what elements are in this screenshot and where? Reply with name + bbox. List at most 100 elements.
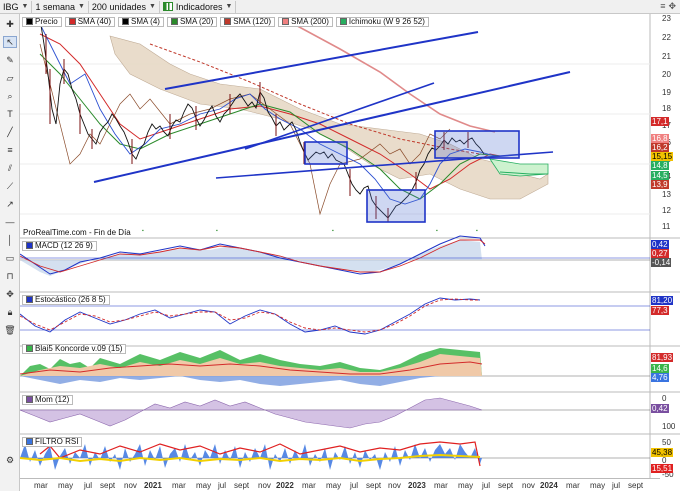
price-tag: 16,2 [651, 143, 669, 152]
trend-channel-upper [164, 31, 479, 90]
pencil-icon[interactable]: ✎ [3, 54, 17, 66]
macd-swatch [26, 242, 33, 249]
symbol-label: IBG [3, 1, 19, 12]
legend-sma200[interactable]: SMA (200) [278, 16, 333, 27]
ray-icon[interactable]: ↗ [3, 198, 17, 210]
move-tool-icon[interactable]: ✥ [3, 288, 17, 300]
legend-sma40[interactable]: SMA (40) [64, 16, 116, 27]
koncorde-blue [20, 376, 480, 386]
drawing-tools: ✚ ↖ ✎ ▱ ⌕ T ╱ ≡ ⫽ ⟋ ↗ ― │ ▭ ⊓ ✥ 🔒︎ 🗑︎ ⚙ [0, 14, 20, 491]
top-toolbar: IBG ▼ 1 semana ▼ 200 unidades ▼ Indicadores… [0, 0, 680, 14]
x-tick: sept [234, 481, 250, 490]
momentum-area [20, 397, 483, 429]
x-tick-year: 2022 [276, 481, 294, 490]
shape-icon[interactable]: ▭ [3, 252, 17, 264]
chart-canvas[interactable]: ▪ ▪ ▪ ▪ ▪ [20, 14, 680, 478]
settings-icon[interactable]: ⚙ [3, 454, 17, 466]
x-tick: nov [124, 481, 137, 490]
sma200-line [289, 21, 496, 133]
range-box-1 [304, 141, 348, 165]
y-tick: 20 [662, 70, 671, 79]
x-tick: sept [366, 481, 382, 490]
text-icon[interactable]: T [3, 108, 17, 120]
units-selector[interactable]: 200 unidades ▼ [89, 0, 160, 13]
ichimoku-cloud [109, 35, 549, 200]
legend-price[interactable]: Precio [22, 16, 62, 27]
legend-ichimoku[interactable]: Ichimoku (W 9 26 52) [335, 16, 429, 27]
channel-icon[interactable]: ⫽ [3, 162, 17, 174]
x-tick: mar [302, 481, 316, 490]
time-axis[interactable]: mar may jul sept nov 2021 mar may jul se… [20, 478, 660, 491]
y-tick: 19 [662, 88, 671, 97]
x-tick: sept [498, 481, 514, 490]
lock-icon[interactable]: 🔒︎ [3, 306, 17, 318]
x-tick: may [458, 481, 474, 490]
vertical-line-icon[interactable]: │ [3, 234, 17, 246]
menu-icon[interactable]: ≡ [660, 1, 665, 12]
x-tick: mar [34, 481, 48, 490]
price-tag: 15,15 [651, 152, 674, 161]
svg-text:▪: ▪ [436, 228, 438, 234]
momentum-header[interactable]: Mom (12) [22, 394, 74, 405]
koncorde-header[interactable]: Blai5 Koncorde v.09 (15) [22, 343, 127, 354]
chart-window: { "toolbar": { "symbol": "IBG", "timefra… [0, 0, 680, 491]
y-tick: 11 [662, 222, 671, 231]
svg-text:▪: ▪ [216, 228, 218, 234]
svg-text:▪: ▪ [332, 228, 334, 234]
rsi-header[interactable]: FILTRO RSI [22, 436, 83, 447]
macd-header[interactable]: MACD (12 26 9) [22, 240, 97, 251]
main-legend: Precio SMA (40) SMA (4) SMA (20) SMA (12… [22, 16, 429, 27]
magnet-icon[interactable]: ⊓ [3, 270, 17, 282]
indicators-button[interactable]: Indicadores ▼ [160, 0, 237, 13]
rsi-y-tick: 50 [662, 438, 671, 447]
legend-sma120-label: SMA (120) [233, 17, 272, 26]
x-tick: may [590, 481, 606, 490]
timeframe-selector[interactable]: 1 semana ▼ [32, 0, 89, 13]
legend-sma120[interactable]: SMA (120) [220, 16, 276, 27]
symbol-selector[interactable]: IBG ▼ [0, 0, 33, 13]
koncorde-tag: 81,93 [651, 353, 674, 362]
svg-text:▪: ▪ [476, 228, 478, 234]
legend-sma20-label: SMA (20) [179, 17, 214, 26]
x-tick: may [326, 481, 342, 490]
legend-swatch [339, 18, 347, 25]
legend-swatch [122, 18, 130, 25]
x-tick: jul [612, 481, 621, 490]
price-panel: ▪ ▪ ▪ ▪ ▪ [20, 18, 650, 234]
legend-swatch [26, 18, 33, 25]
crosshair-icon[interactable]: ✚ [3, 18, 17, 30]
price-tag: 14,8 [651, 161, 669, 170]
x-tick: jul [482, 481, 491, 490]
legend-sma200-label: SMA (200) [291, 17, 329, 26]
x-tick: mar [566, 481, 580, 490]
move-icon[interactable]: ✥ [668, 1, 676, 12]
stochastic-header[interactable]: Estocástico (26 8 5) [22, 294, 110, 305]
legend-swatch [170, 18, 178, 25]
legend-sma4[interactable]: SMA (4) [118, 16, 164, 27]
stochastic-tag: 77,3 [651, 306, 669, 315]
fibonacci-icon[interactable]: ≡ [3, 144, 17, 156]
x-tick-year: 2024 [540, 481, 558, 490]
line-tool-icon[interactable]: ⟋ [3, 180, 17, 192]
eraser-icon[interactable]: ▱ [3, 72, 17, 84]
stochastic-tag: 81,20 [651, 296, 674, 305]
rsi-tag: 45,38 [651, 448, 674, 457]
legend-sma40-label: SMA (40) [77, 17, 112, 26]
horizontal-line-icon[interactable]: ― [3, 216, 17, 228]
trendline-icon[interactable]: ╱ [3, 126, 17, 138]
x-tick-year: 2023 [408, 481, 426, 490]
price-tag: 16,8 [651, 134, 669, 143]
legend-swatch [68, 18, 76, 25]
price-tag: 14,5 [651, 171, 669, 180]
pointer-icon[interactable]: ↖ [3, 36, 17, 48]
legend-sma20[interactable]: SMA (20) [166, 16, 218, 27]
legend-ichimoku-label: Ichimoku (W 9 26 52) [348, 17, 425, 26]
x-tick: jul [350, 481, 359, 490]
x-tick: nov [388, 481, 401, 490]
koncorde-label: Blai5 Koncorde v.09 (15) [35, 344, 123, 353]
trash-icon[interactable]: 🗑︎ [3, 324, 17, 336]
x-tick: may [196, 481, 212, 490]
zoom-icon[interactable]: ⌕ [3, 90, 17, 102]
macd-tag: 0,42 [651, 240, 669, 249]
price-tag: 17,1 [651, 117, 669, 126]
